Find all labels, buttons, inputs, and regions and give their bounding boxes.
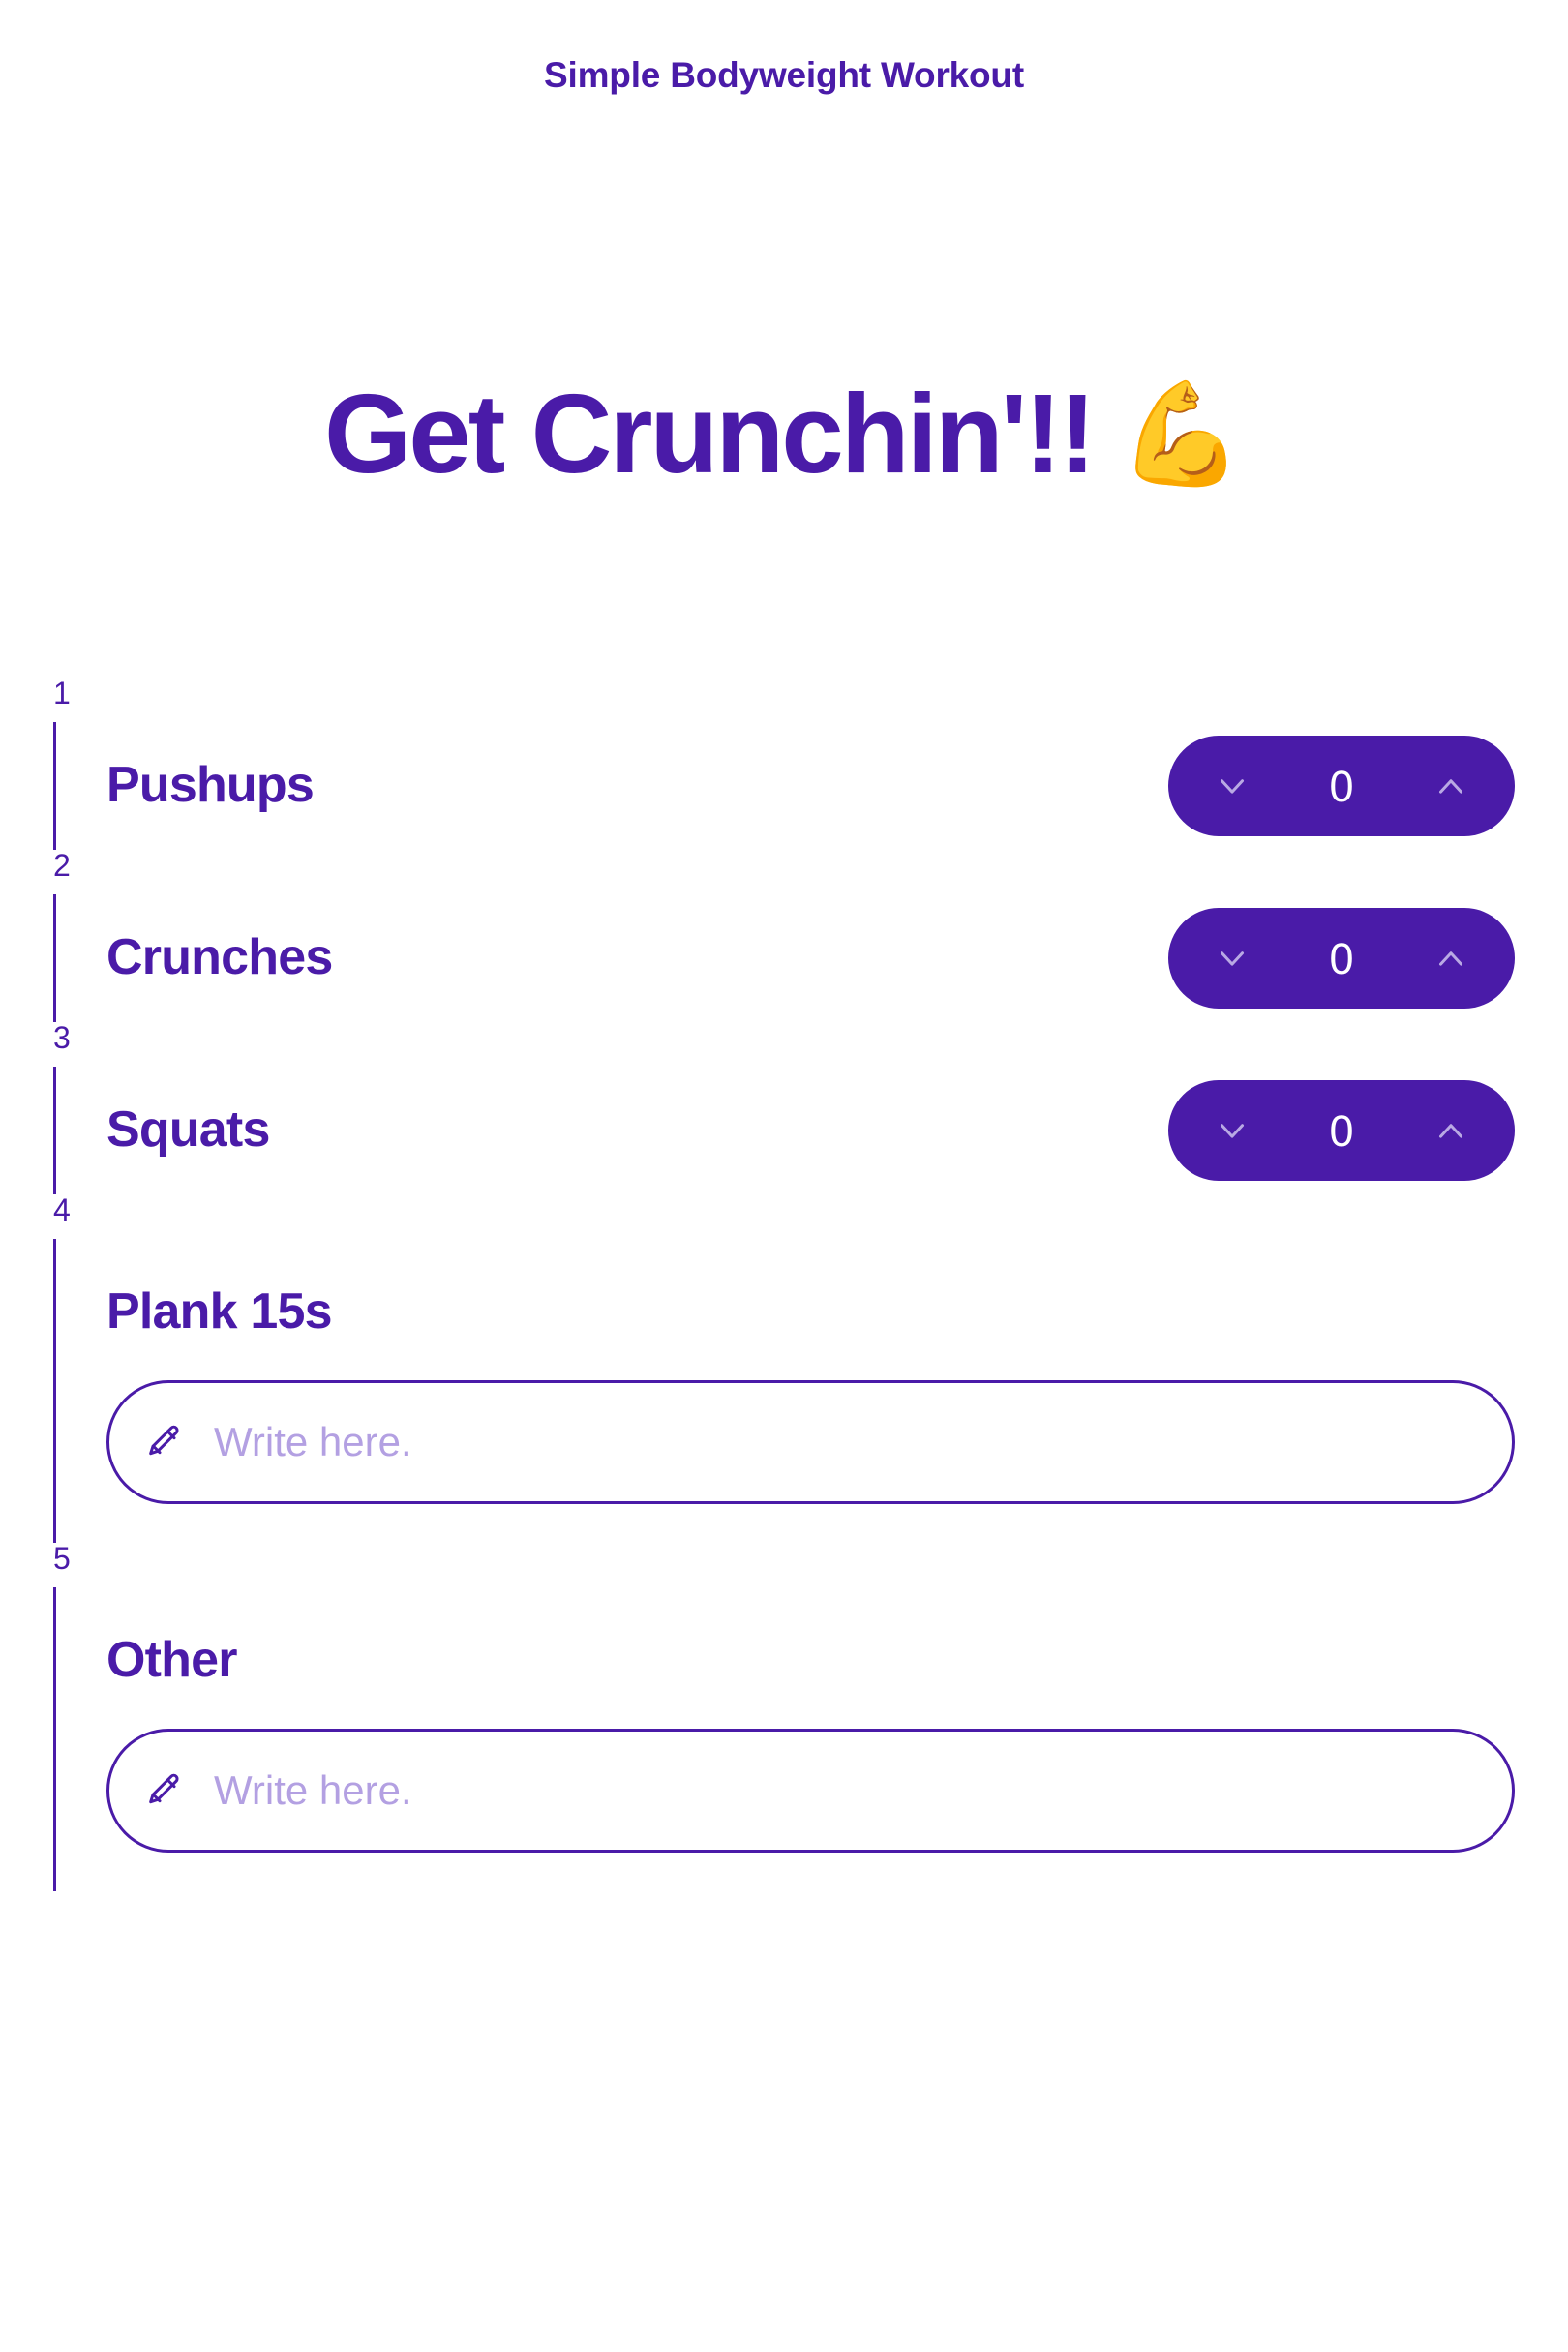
pencil-icon	[142, 1769, 185, 1812]
stepper-increment-button[interactable]	[1401, 908, 1501, 1009]
chevron-down-icon	[1212, 766, 1252, 806]
question-row: Crunches 0	[106, 894, 1568, 1022]
question-accent-rule	[53, 722, 56, 850]
chevron-down-icon	[1212, 1110, 1252, 1151]
stepper-increment-button[interactable]	[1401, 736, 1501, 836]
question-row: Squats 0	[106, 1067, 1568, 1194]
stepper-decrement-button[interactable]	[1182, 908, 1282, 1009]
question-number: 5	[0, 1543, 1568, 1587]
question-label: Other	[106, 1632, 1568, 1690]
hero-section: Get Crunchin'!! 💪	[0, 373, 1568, 497]
stepper-value: 0	[1282, 765, 1401, 808]
question-item: 5 Other	[0, 1543, 1568, 1891]
form-page: Simple Bodyweight Workout Get Crunchin'!…	[0, 0, 1568, 2352]
question-number: 4	[0, 1194, 1568, 1239]
chevron-up-icon	[1431, 938, 1471, 979]
question-item: 3 Squats 0	[0, 1022, 1568, 1194]
page-title-text: Get Crunchin'!!	[324, 373, 1094, 497]
question-body: Pushups 0	[53, 722, 1568, 850]
stepper-decrement-button[interactable]	[1182, 736, 1282, 836]
text-answer-input[interactable]	[214, 1419, 1479, 1465]
text-answer-field[interactable]	[106, 1729, 1515, 1853]
spacer	[106, 1239, 1568, 1283]
stepper-increment-button[interactable]	[1401, 1080, 1501, 1181]
question-body: Plank 15s	[53, 1239, 1568, 1543]
text-answer-input[interactable]	[214, 1767, 1479, 1814]
question-label: Squats	[106, 1101, 270, 1160]
spacer	[106, 1853, 1568, 1891]
question-item: 4 Plank 15s	[0, 1194, 1568, 1543]
question-item: 2 Crunches 0	[0, 850, 1568, 1022]
question-list: 1 Pushups 0	[0, 678, 1568, 1891]
chevron-up-icon	[1431, 766, 1471, 806]
form-header: Simple Bodyweight Workout	[0, 0, 1568, 150]
page-title: Get Crunchin'!! 💪	[324, 373, 1244, 497]
question-body: Other	[53, 1587, 1568, 1891]
question-body: Squats 0	[53, 1067, 1568, 1194]
question-accent-rule	[53, 894, 56, 1022]
text-answer-field[interactable]	[106, 1380, 1515, 1504]
question-item: 1 Pushups 0	[0, 678, 1568, 850]
chevron-down-icon	[1212, 938, 1252, 979]
flexed-biceps-emoji: 💪	[1119, 384, 1245, 485]
chevron-up-icon	[1431, 1110, 1471, 1151]
spacer	[106, 1504, 1568, 1543]
question-number: 1	[0, 678, 1568, 722]
stepper-value: 0	[1282, 937, 1401, 980]
spacer	[106, 1342, 1568, 1380]
quantity-stepper[interactable]: 0	[1168, 736, 1515, 836]
question-number: 2	[0, 850, 1568, 894]
question-accent-rule	[53, 1067, 56, 1194]
question-label: Pushups	[106, 757, 314, 815]
question-label: Crunches	[106, 929, 332, 987]
question-row: Pushups 0	[106, 722, 1568, 850]
spacer	[106, 1690, 1568, 1729]
question-number: 3	[0, 1022, 1568, 1067]
question-label: Plank 15s	[106, 1283, 1568, 1342]
stepper-value: 0	[1282, 1109, 1401, 1153]
pencil-icon	[142, 1421, 185, 1463]
question-accent-rule	[53, 1239, 56, 1543]
quantity-stepper[interactable]: 0	[1168, 908, 1515, 1009]
question-accent-rule	[53, 1587, 56, 1891]
spacer	[106, 1587, 1568, 1632]
stepper-decrement-button[interactable]	[1182, 1080, 1282, 1181]
form-header-title: Simple Bodyweight Workout	[544, 55, 1024, 96]
question-body: Crunches 0	[53, 894, 1568, 1022]
quantity-stepper[interactable]: 0	[1168, 1080, 1515, 1181]
